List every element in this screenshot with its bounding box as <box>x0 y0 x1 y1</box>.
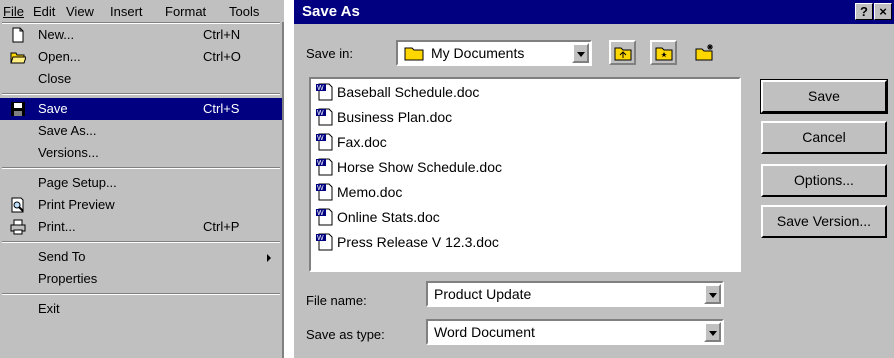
menu-separator <box>0 238 282 246</box>
svg-text:W: W <box>317 210 324 217</box>
printer-icon <box>10 219 26 235</box>
menu-item-label: Send To <box>38 249 86 264</box>
menu-item-shortcut: Ctrl+S <box>203 101 240 116</box>
favorites-folder-icon <box>655 47 673 61</box>
file-list[interactable]: W Baseball Schedule.doc W Business Plan.… <box>309 77 741 272</box>
floppy-disk-icon <box>11 102 25 116</box>
new-folder-icon <box>695 44 713 61</box>
menu-view[interactable]: View <box>66 4 94 19</box>
menu-item-label: Save <box>38 101 68 116</box>
save-in-value: My Documents <box>431 45 525 61</box>
file-name-text: Memo.doc <box>337 184 403 200</box>
menu-item-page-setup[interactable]: Page Setup... <box>0 172 282 194</box>
save-in-label: Save in: <box>306 46 353 61</box>
menu-item-label: Print... <box>38 219 76 234</box>
save-type-label: Save as type: <box>306 327 385 342</box>
file-name-text: Business Plan.doc <box>337 109 453 125</box>
file-menu-panel: File Edit View Insert Format Tools New..… <box>0 0 284 358</box>
menu-file[interactable]: File <box>3 4 24 19</box>
menu-separator <box>0 164 282 172</box>
submenu-arrow-icon <box>267 254 271 262</box>
menu-item-versions[interactable]: Versions... <box>0 142 282 164</box>
dialog-title: Save As <box>302 3 360 20</box>
menu-item-new[interactable]: New... Ctrl+N <box>0 24 282 46</box>
menu-item-label: Properties <box>38 271 98 286</box>
word-document-icon: W <box>316 233 333 251</box>
file-name-text: Press Release V 12.3.doc <box>337 234 499 250</box>
word-document-icon: W <box>316 183 333 201</box>
menu-tools[interactable]: Tools <box>229 4 259 19</box>
options-button[interactable]: Options... <box>761 164 887 197</box>
save-version-button[interactable]: Save Version... <box>761 205 887 238</box>
new-document-icon <box>12 27 24 43</box>
open-folder-icon <box>10 52 26 64</box>
chevron-down-icon[interactable] <box>704 322 721 342</box>
save-type-dropdown[interactable]: Word Document <box>426 319 724 345</box>
menu-item-print-preview[interactable]: Print Preview <box>0 194 282 216</box>
file-name-label: File name: <box>306 293 367 308</box>
menu-separator <box>0 90 282 98</box>
menu-item-label: Page Setup... <box>38 175 117 190</box>
menu-item-save[interactable]: Save Ctrl+S <box>0 98 282 120</box>
up-one-level-button[interactable] <box>609 40 636 65</box>
menu-item-save-as[interactable]: Save As... <box>0 120 282 142</box>
word-document-icon: W <box>316 158 333 176</box>
menu-item-label: New... <box>38 27 75 42</box>
menu-item-properties[interactable]: Properties <box>0 268 282 290</box>
dialog-titlebar: Save As ? × <box>294 0 894 24</box>
file-menu: New... Ctrl+N Open... Ctrl+O Close Save … <box>0 24 282 320</box>
svg-text:W: W <box>317 185 324 192</box>
menu-separator <box>0 290 282 298</box>
word-document-icon: W <box>316 133 333 151</box>
menu-item-shortcut: Ctrl+N <box>203 27 241 42</box>
svg-text:W: W <box>317 160 324 167</box>
menu-item-label: Open... <box>38 49 81 64</box>
svg-text:W: W <box>317 85 324 92</box>
file-name-input[interactable]: Product Update <box>426 281 724 307</box>
file-name-text: Baseball Schedule.doc <box>337 84 480 100</box>
file-name-value: Product Update <box>434 286 532 302</box>
svg-text:W: W <box>317 235 324 242</box>
menu-edit[interactable]: Edit <box>33 4 55 19</box>
menu-item-label: Save As... <box>38 123 97 138</box>
chevron-down-icon[interactable] <box>704 284 721 304</box>
svg-text:W: W <box>317 110 324 117</box>
menu-item-label: Close <box>38 71 72 86</box>
menu-item-print[interactable]: Print... Ctrl+P <box>0 216 282 238</box>
menu-format[interactable]: Format <box>165 4 206 19</box>
save-type-value: Word Document <box>434 324 535 340</box>
close-button[interactable]: × <box>874 3 892 20</box>
menu-item-label: Versions... <box>38 145 99 160</box>
file-name-text: Online Stats.doc <box>337 209 440 225</box>
word-document-icon: W <box>316 208 333 226</box>
save-in-dropdown[interactable]: My Documents <box>396 40 592 66</box>
print-preview-icon <box>11 197 24 213</box>
file-name-text: Horse Show Schedule.doc <box>337 159 502 175</box>
word-document-icon: W <box>316 83 333 101</box>
menu-item-label: Print Preview <box>38 197 115 212</box>
up-folder-icon <box>614 47 632 61</box>
word-document-icon: W <box>316 108 333 126</box>
menu-item-shortcut: Ctrl+P <box>203 219 240 234</box>
menu-item-exit[interactable]: Exit <box>0 298 282 320</box>
file-name-text: Fax.doc <box>337 134 387 150</box>
menu-item-close[interactable]: Close <box>0 68 282 90</box>
chevron-down-icon[interactable] <box>572 43 589 63</box>
menu-item-open[interactable]: Open... Ctrl+O <box>0 46 282 68</box>
favorites-button[interactable] <box>650 40 677 65</box>
menu-item-shortcut: Ctrl+O <box>203 49 241 64</box>
menu-item-label: Exit <box>38 301 60 316</box>
cancel-button[interactable]: Cancel <box>761 121 887 154</box>
menu-item-send-to[interactable]: Send To <box>0 246 282 268</box>
menu-insert[interactable]: Insert <box>110 4 143 19</box>
save-as-dialog: Save As ? × Save in: My Documents W Base… <box>293 0 894 358</box>
folder-icon <box>404 47 424 61</box>
save-button[interactable]: Save <box>760 79 888 114</box>
new-folder-button[interactable] <box>692 40 719 65</box>
svg-text:W: W <box>317 135 324 142</box>
help-button[interactable]: ? <box>855 3 873 20</box>
menu-bar: File Edit View Insert Format Tools <box>0 0 284 22</box>
